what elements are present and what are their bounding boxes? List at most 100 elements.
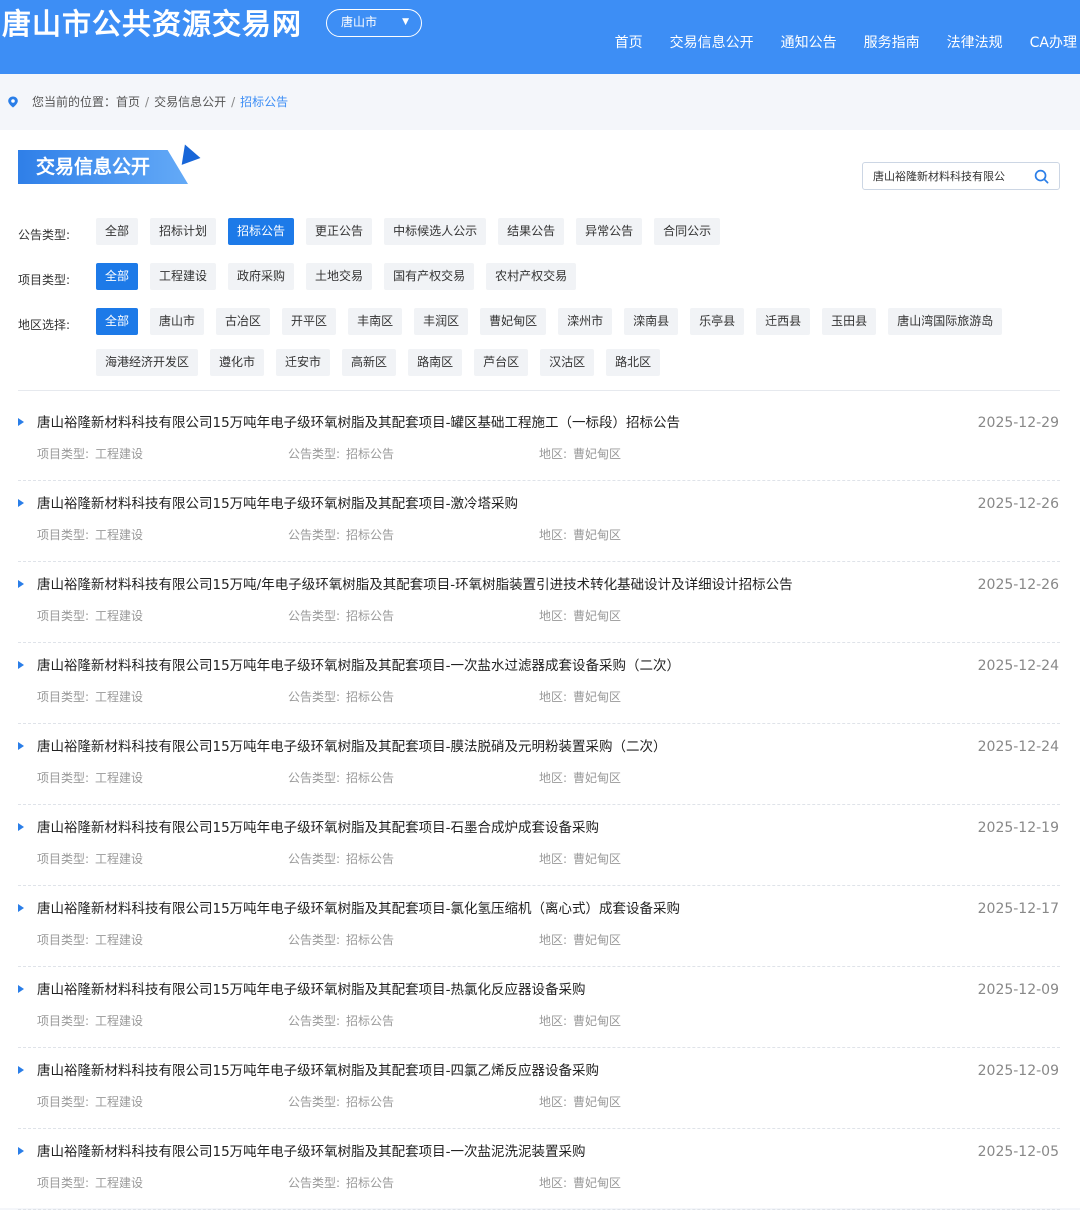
region-chip[interactable]: 开平区: [282, 308, 337, 335]
site-title[interactable]: 唐山市公共资源交易网: [2, 4, 302, 44]
region-chip[interactable]: 路北区: [606, 349, 661, 376]
region-chip[interactable]: 丰南区: [348, 308, 403, 335]
notice-type-chip[interactable]: 更正公告: [306, 218, 373, 245]
notice-title-link[interactable]: 唐山裕隆新材料科技有限公司15万吨年电子级环氧树脂及其配套项目-一次盐泥洗泥装置…: [37, 1142, 586, 1162]
notice-type-chip[interactable]: 结果公告: [498, 218, 565, 245]
list-item[interactable]: 唐山裕隆新材料科技有限公司15万吨年电子级环氧树脂及其配套项目-热氯化反应器设备…: [0, 967, 1080, 1048]
meta-notice-type: 公告类型: 招标公告: [288, 527, 394, 543]
meta-label: 公告类型:: [288, 1095, 341, 1109]
meta-project-type: 项目类型: 工程建设: [37, 851, 143, 867]
triangle-right-icon: [18, 904, 24, 912]
notice-title-link[interactable]: 唐山裕隆新材料科技有限公司15万吨年电子级环氧树脂及其配套项目-罐区基础工程施工…: [37, 413, 680, 433]
notice-type-chip[interactable]: 招标公告: [228, 218, 295, 245]
list-item[interactable]: 唐山裕隆新材料科技有限公司15万吨年电子级环氧树脂及其配套项目-氯化氢压缩机（离…: [0, 886, 1080, 967]
breadcrumb-text: 您当前的位置：首页 / 交易信息公开 / 招标公告: [32, 94, 288, 110]
project-type-chip[interactable]: 政府采购: [228, 263, 295, 290]
meta-value: 曹妃甸区: [573, 852, 622, 866]
region-chip[interactable]: 芦台区: [474, 349, 529, 376]
notice-date: 2025-12-24: [977, 739, 1059, 755]
meta-project-type: 项目类型: 工程建设: [37, 1175, 143, 1191]
section-title: 交易信息公开: [36, 156, 151, 178]
region-chip[interactable]: 海港经济开发区: [96, 349, 199, 376]
project-type-chip[interactable]: 土地交易: [306, 263, 373, 290]
notice-title-link[interactable]: 唐山裕隆新材料科技有限公司15万吨/年电子级环氧树脂及其配套项目-环氧树脂装置引…: [37, 575, 793, 595]
region-chip[interactable]: 路南区: [408, 349, 463, 376]
region-chip[interactable]: 唐山市: [150, 308, 205, 335]
meta-region: 地区: 曹妃甸区: [539, 1175, 621, 1191]
region-chip[interactable]: 唐山湾国际旅游岛: [888, 308, 1003, 335]
list-item[interactable]: 唐山裕隆新材料科技有限公司15万吨年电子级环氧树脂及其配套项目-膜法脱硝及元明粉…: [0, 724, 1080, 805]
meta-value: 曹妃甸区: [573, 933, 622, 947]
region-chip[interactable]: 迁西县: [756, 308, 811, 335]
region-chip[interactable]: 乐亭县: [690, 308, 745, 335]
meta-notice-type: 公告类型: 招标公告: [288, 932, 394, 948]
region-chip[interactable]: 迁安市: [276, 349, 331, 376]
project-type-chip[interactable]: 全部: [96, 263, 139, 290]
meta-value: 曹妃甸区: [573, 1176, 622, 1190]
region-chip[interactable]: 滦南县: [624, 308, 679, 335]
meta-region: 地区: 曹妃甸区: [539, 608, 621, 624]
region-chip[interactable]: 丰润区: [414, 308, 469, 335]
notice-title-link[interactable]: 唐山裕隆新材料科技有限公司15万吨年电子级环氧树脂及其配套项目-石墨合成炉成套设…: [37, 818, 599, 838]
notice-title-link[interactable]: 唐山裕隆新材料科技有限公司15万吨年电子级环氧树脂及其配套项目-热氯化反应器设备…: [37, 980, 586, 1000]
project-type-chips: 全部 工程建设 政府采购 土地交易 国有产权交易 农村产权交易: [96, 263, 588, 290]
breadcrumb-trade-info[interactable]: 交易信息公开: [154, 95, 226, 109]
region-chip[interactable]: 高新区: [342, 349, 397, 376]
meta-label: 公告类型:: [288, 528, 341, 542]
nav-notices[interactable]: 通知公告: [781, 30, 837, 56]
notice-type-chip[interactable]: 异常公告: [576, 218, 643, 245]
notice-title-link[interactable]: 唐山裕隆新材料科技有限公司15万吨年电子级环氧树脂及其配套项目-氯化氢压缩机（离…: [37, 899, 680, 919]
list-item[interactable]: 唐山裕隆新材料科技有限公司15万吨/年电子级环氧树脂及其配套项目-环氧树脂装置引…: [0, 562, 1080, 643]
breadcrumb-home[interactable]: 首页: [116, 95, 140, 109]
list-item[interactable]: 唐山裕隆新材料科技有限公司15万吨年电子级环氧树脂及其配套项目-罐区基础工程施工…: [0, 400, 1080, 481]
notice-date: 2025-12-24: [977, 658, 1059, 674]
region-chip[interactable]: 全部: [96, 308, 139, 335]
notice-title-link[interactable]: 唐山裕隆新材料科技有限公司15万吨年电子级环氧树脂及其配套项目-一次盐水过滤器成…: [37, 656, 680, 676]
notice-type-chip[interactable]: 全部: [96, 218, 139, 245]
project-type-chip[interactable]: 农村产权交易: [486, 263, 577, 290]
nav-ca[interactable]: CA办理: [1030, 30, 1077, 56]
meta-project-type: 项目类型: 工程建设: [37, 446, 143, 462]
region-chip[interactable]: 古冶区: [216, 308, 271, 335]
meta-label: 公告类型:: [288, 609, 341, 623]
project-type-chip[interactable]: 国有产权交易: [384, 263, 475, 290]
search-input[interactable]: [863, 163, 1023, 189]
notice-date: 2025-12-09: [977, 1063, 1059, 1079]
notice-title-link[interactable]: 唐山裕隆新材料科技有限公司15万吨年电子级环氧树脂及其配套项目-膜法脱硝及元明粉…: [37, 737, 667, 757]
nav-home[interactable]: 首页: [615, 30, 643, 56]
search-icon[interactable]: [1034, 169, 1049, 184]
region-chip[interactable]: 曹妃甸区: [480, 308, 547, 335]
nav-laws[interactable]: 法律法规: [947, 30, 1003, 56]
meta-region: 地区: 曹妃甸区: [539, 932, 621, 948]
project-type-chip[interactable]: 工程建设: [150, 263, 217, 290]
meta-region: 地区: 曹妃甸区: [539, 1094, 621, 1110]
region-chip[interactable]: 汉沽区: [540, 349, 595, 376]
meta-label: 地区:: [539, 1176, 568, 1190]
region-chip[interactable]: 遵化市: [210, 349, 265, 376]
city-select-label: 唐山市: [341, 15, 378, 29]
breadcrumb-current[interactable]: 招标公告: [240, 95, 288, 109]
list-item[interactable]: 唐山裕隆新材料科技有限公司15万吨年电子级环氧树脂及其配套项目-激冷塔采购 202…: [0, 481, 1080, 562]
notice-type-chip[interactable]: 合同公示: [654, 218, 721, 245]
meta-label: 地区:: [539, 1095, 568, 1109]
meta-project-type: 项目类型: 工程建设: [37, 1013, 143, 1029]
triangle-right-icon: [18, 742, 24, 750]
nav-trade-info[interactable]: 交易信息公开: [670, 30, 754, 56]
region-chip[interactable]: 滦州市: [558, 308, 613, 335]
notice-type-chip[interactable]: 中标候选人公示: [384, 218, 487, 245]
location-pin-icon: [8, 96, 18, 108]
meta-value: 工程建设: [95, 1095, 144, 1109]
list-item[interactable]: 唐山裕隆新材料科技有限公司15万吨年电子级环氧树脂及其配套项目-一次盐泥洗泥装置…: [0, 1129, 1080, 1210]
meta-notice-type: 公告类型: 招标公告: [288, 608, 394, 624]
city-select[interactable]: 唐山市 ▼: [326, 9, 422, 37]
notice-type-chip[interactable]: 招标计划: [150, 218, 217, 245]
meta-label: 项目类型:: [37, 690, 90, 704]
meta-label: 公告类型:: [288, 1176, 341, 1190]
nav-service-guide[interactable]: 服务指南: [864, 30, 920, 56]
notice-title-link[interactable]: 唐山裕隆新材料科技有限公司15万吨年电子级环氧树脂及其配套项目-激冷塔采购: [37, 494, 518, 514]
list-item[interactable]: 唐山裕隆新材料科技有限公司15万吨年电子级环氧树脂及其配套项目-石墨合成炉成套设…: [0, 805, 1080, 886]
list-item[interactable]: 唐山裕隆新材料科技有限公司15万吨年电子级环氧树脂及其配套项目-四氯乙烯反应器设…: [0, 1048, 1080, 1129]
region-chip[interactable]: 玉田县: [822, 308, 877, 335]
notice-title-link[interactable]: 唐山裕隆新材料科技有限公司15万吨年电子级环氧树脂及其配套项目-四氯乙烯反应器设…: [37, 1061, 599, 1081]
list-item[interactable]: 唐山裕隆新材料科技有限公司15万吨年电子级环氧树脂及其配套项目-一次盐水过滤器成…: [0, 643, 1080, 724]
